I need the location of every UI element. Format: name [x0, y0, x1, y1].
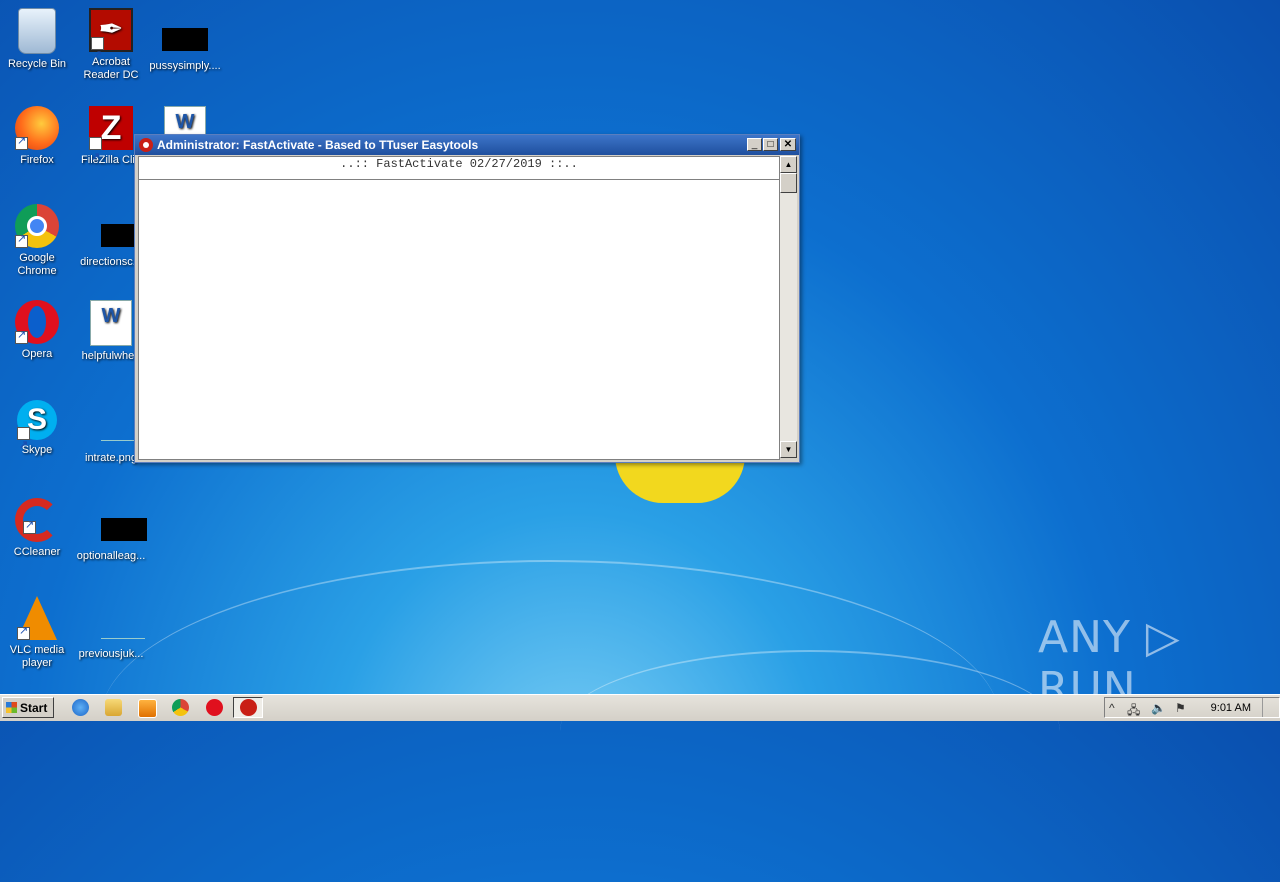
png-file-icon [87, 400, 141, 448]
minimize-button[interactable]: _ [747, 138, 762, 151]
volume-icon[interactable]: 🔈 [1151, 701, 1166, 715]
acrobat-icon: ✒ [89, 8, 133, 75]
desktop-icon-pussysimply[interactable]: pussysimply.... [148, 8, 222, 98]
system-tray: ^ 🖧 🔈 ⚑ 9:01 AM [1104, 697, 1280, 718]
desktop-icon-opera[interactable]: Opera [0, 300, 74, 390]
scroll-thumb[interactable] [780, 173, 797, 193]
network-icon[interactable]: 🖧 [1127, 701, 1140, 722]
ccleaner-icon [15, 498, 59, 542]
vlc-icon [17, 596, 57, 640]
desktop-icon-previousjuk[interactable]: previousjuk... [74, 596, 148, 686]
desktop-icon-label: CCleaner [13, 546, 61, 558]
file-thumbnail-icon [87, 498, 147, 546]
desktop-icon-label: VLC media player [9, 644, 65, 669]
start-button[interactable]: Start [2, 697, 54, 718]
desktop-icon-label: Google Chrome [17, 252, 57, 277]
desktop-icon-optionalleag[interactable]: optionalleag... [74, 498, 148, 588]
filezilla-icon: Z [89, 106, 133, 179]
desktop-icon-label: Recycle Bin [7, 58, 67, 70]
desktop-icon-label: Skype [21, 444, 53, 456]
start-label: Start [20, 701, 48, 715]
console-output[interactable]: ..:: FastActivate 02/27/2019 ::.. [138, 156, 780, 460]
explorer-icon[interactable] [105, 699, 122, 716]
desktop-icon-recycle-bin[interactable]: Recycle Bin [0, 8, 74, 98]
desktop-icon-label: Opera [21, 348, 53, 360]
recycle-bin-icon [18, 8, 56, 54]
desktop-icon-chrome[interactable]: Google Chrome [0, 204, 74, 294]
scroll-up-arrow-icon[interactable]: ▲ [780, 156, 797, 173]
show-desktop-button[interactable] [1262, 698, 1277, 717]
word-doc-icon: W [90, 300, 132, 346]
taskbar: Start ^ 🖧 🔈 ⚑ 9:01 AM [0, 694, 1280, 721]
clock[interactable]: 9:01 AM [1211, 702, 1251, 714]
desktop-icon-label: pussysimply.... [149, 60, 221, 72]
file-thumbnail-icon [87, 596, 145, 644]
desktop-icon-skype[interactable]: S Skype [0, 400, 74, 490]
opera-icon[interactable] [206, 699, 223, 716]
fastactivate-icon [139, 138, 153, 152]
close-button[interactable]: ✕ [780, 138, 796, 151]
media-player-icon[interactable] [138, 699, 157, 718]
show-hidden-icons-icon[interactable]: ^ [1109, 701, 1115, 715]
scroll-down-arrow-icon[interactable]: ▼ [780, 441, 797, 458]
file-thumbnail-icon [161, 8, 209, 56]
action-center-flag-icon[interactable]: ⚑ [1175, 701, 1186, 715]
desktop-icon-firefox[interactable]: Firefox [0, 106, 74, 196]
fastactivate-window[interactable]: Administrator: FastActivate - Based to T… [134, 134, 800, 463]
opera-icon [15, 300, 59, 344]
window-titlebar[interactable]: Administrator: FastActivate - Based to T… [135, 135, 799, 155]
desktop-icon-label: optionalleag... [76, 550, 146, 562]
file-thumbnail-icon [87, 204, 147, 252]
fastactivate-icon [240, 699, 257, 716]
skype-icon: S [17, 400, 57, 465]
chrome-icon [15, 204, 59, 248]
windows-logo-icon [6, 702, 17, 713]
desktop-icon-label: Firefox [20, 154, 54, 166]
firefox-icon [15, 106, 59, 150]
maximize-button[interactable]: □ [763, 138, 778, 151]
desktop-icon-acrobat[interactable]: ✒ Acrobat Reader DC [74, 8, 148, 98]
desktop-icon-vlc[interactable]: VLC media player [0, 596, 74, 686]
taskbar-fastactivate-button[interactable] [233, 697, 263, 718]
chrome-icon[interactable] [172, 699, 189, 716]
desktop-icon-ccleaner[interactable]: CCleaner [0, 498, 74, 588]
desktop-icon-label: Acrobat Reader DC [83, 56, 139, 81]
vertical-scrollbar[interactable]: ▲ ▼ [780, 156, 797, 458]
window-title: Administrator: FastActivate - Based to T… [157, 138, 479, 152]
console-banner: ..:: FastActivate 02/27/2019 ::.. [139, 157, 779, 180]
wallpaper-streak [560, 650, 1060, 812]
desktop-icon-label: previousjuk... [78, 648, 144, 660]
ie-icon[interactable] [72, 699, 89, 716]
